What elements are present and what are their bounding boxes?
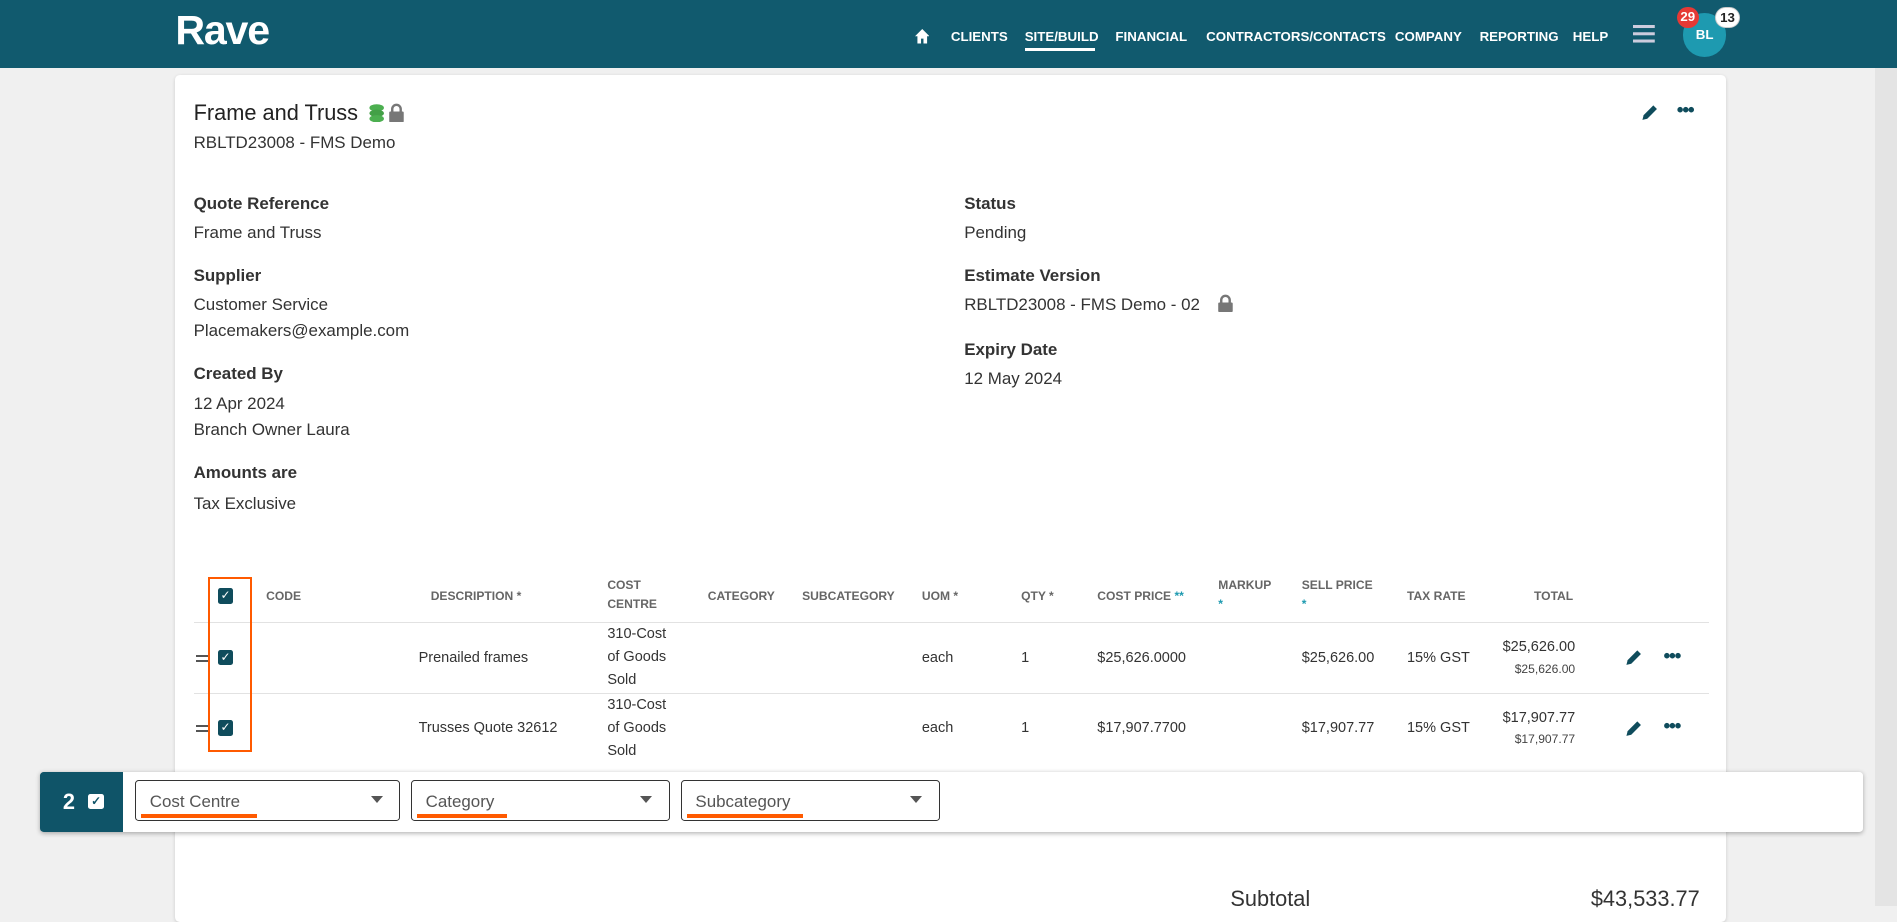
dropdown-arrow-icon [640, 795, 653, 803]
field-label: Expiry Date [964, 339, 1058, 359]
field-value: Customer Service [193, 295, 329, 315]
row-total: $25,626.00 [1502, 639, 1576, 656]
active-tab-indicator [1024, 48, 1095, 51]
row-cost-centre: 310-Cost of Goods Sold [607, 697, 667, 760]
nav-financial[interactable]: FINANCIAL [1115, 29, 1187, 44]
field-value: RBLTD23008 - FMS Demo - 02 [964, 295, 1200, 315]
row-uom: each [921, 650, 954, 667]
col-tax-rate: TAX RATE [1406, 588, 1466, 603]
col-sell-price: SELL PRICE * [1301, 577, 1373, 612]
subcategory-select[interactable]: Subcategory [681, 780, 940, 822]
more-options-icon[interactable]: ••• [1677, 99, 1695, 122]
col-code: CODE [266, 588, 302, 603]
row-cost-price: $17,907.7700 [1097, 720, 1186, 737]
cost-centre-select[interactable]: Cost Centre [135, 780, 401, 822]
divider [193, 693, 1710, 695]
field-label: Supplier [193, 266, 262, 286]
drag-handle-icon[interactable] [195, 654, 209, 662]
nav-site-build[interactable]: SITE/BUILD [1025, 29, 1099, 44]
row-total-sub: $25,626.00 [1514, 661, 1576, 676]
col-cost-centre: COST CENTRE [607, 577, 657, 612]
lock-icon [1218, 294, 1233, 313]
subtotal-label: Subtotal [1230, 885, 1311, 911]
field-value: Branch Owner Laura [193, 419, 350, 439]
row-description: Trusses Quote 32612 [418, 720, 558, 737]
col-subcategory: SUBCATEGORY [802, 588, 895, 603]
logo[interactable]: Rave [175, 7, 270, 54]
category-select[interactable]: Category [411, 780, 671, 822]
highlight-underline [141, 814, 258, 819]
home-icon[interactable] [914, 29, 930, 44]
nav-clients[interactable]: CLIENTS [951, 29, 1008, 44]
field-value: Pending [964, 222, 1027, 242]
edit-pencil-icon[interactable] [1640, 103, 1659, 122]
scrollbar[interactable] [1875, 67, 1897, 907]
row-tax-rate: 15% GST [1406, 650, 1470, 667]
nav-contractors-contacts[interactable]: CONTRACTORS/CONTACTS [1206, 29, 1386, 44]
row-total: $17,907.77 [1502, 709, 1576, 726]
row-total-sub: $17,907.77 [1514, 731, 1576, 746]
dropdown-arrow-icon [370, 795, 383, 803]
col-markup: MARKUP * [1218, 577, 1272, 612]
col-cost-price: COST PRICE ** [1097, 588, 1184, 603]
field-label: Status [964, 193, 1016, 213]
field-label: Estimate Version [964, 266, 1101, 286]
select-label: Category [425, 792, 495, 812]
hamburger-menu-icon[interactable] [1633, 25, 1655, 43]
col-uom: UOM * [921, 588, 959, 603]
row-cost-price: $25,626.0000 [1097, 650, 1186, 667]
selected-count-box: 2 ✓ [39, 771, 124, 833]
col-qty: QTY * [1021, 588, 1054, 603]
row-uom: each [921, 720, 954, 737]
row-sell-price: $25,626.00 [1301, 650, 1375, 667]
edit-pencil-icon[interactable] [1624, 719, 1643, 738]
row-sell-price: $17,907.77 [1301, 720, 1375, 737]
select-label: Subcategory [695, 792, 791, 812]
field-label: Created By [193, 364, 283, 384]
divider [193, 621, 1710, 624]
field-label: Amounts are [193, 463, 297, 483]
select-label: Cost Centre [149, 792, 241, 812]
col-description: DESCRIPTION * [430, 588, 522, 603]
field-label: Quote Reference [193, 193, 329, 213]
highlight-underline [686, 814, 804, 819]
coins-icon [368, 104, 384, 123]
dropdown-arrow-icon [910, 795, 923, 803]
row-tax-rate: 15% GST [1406, 720, 1470, 737]
row-more-icon[interactable]: ••• [1663, 715, 1681, 738]
page-title: Frame and Truss [193, 100, 359, 126]
highlight-underline [417, 814, 507, 819]
field-value: Frame and Truss [193, 222, 322, 242]
field-value: Tax Exclusive [193, 493, 297, 513]
nav-reporting[interactable]: REPORTING [1480, 29, 1559, 44]
page-subtitle: RBLTD23008 - FMS Demo [193, 133, 396, 153]
nav-company[interactable]: COMPANY [1395, 29, 1462, 44]
field-value: Placemakers@example.com [193, 320, 410, 340]
selected-checkbox-icon[interactable]: ✓ [88, 793, 105, 810]
field-value: 12 May 2024 [964, 368, 1063, 388]
row-cost-centre: 310-Cost of Goods Sold [607, 626, 667, 689]
top-navbar [0, 0, 1897, 68]
field-value: 12 Apr 2024 [193, 394, 285, 414]
row-qty: 1 [1021, 720, 1030, 737]
highlight-box [208, 577, 252, 752]
nav-help[interactable]: HELP [1573, 29, 1608, 44]
selected-count: 2 [62, 788, 76, 814]
messages-badge[interactable]: 13 [1715, 7, 1740, 28]
row-description: Prenailed frames [418, 650, 529, 667]
lock-icon [389, 103, 405, 123]
subtotal-value: $43,533.77 [1590, 885, 1700, 911]
edit-pencil-icon[interactable] [1624, 648, 1643, 667]
col-total: TOTAL [1534, 588, 1574, 603]
col-category: CATEGORY [707, 588, 775, 603]
row-qty: 1 [1021, 650, 1030, 667]
drag-handle-icon[interactable] [195, 724, 209, 732]
notifications-badge[interactable]: 29 [1676, 7, 1699, 28]
row-more-icon[interactable]: ••• [1663, 645, 1681, 668]
